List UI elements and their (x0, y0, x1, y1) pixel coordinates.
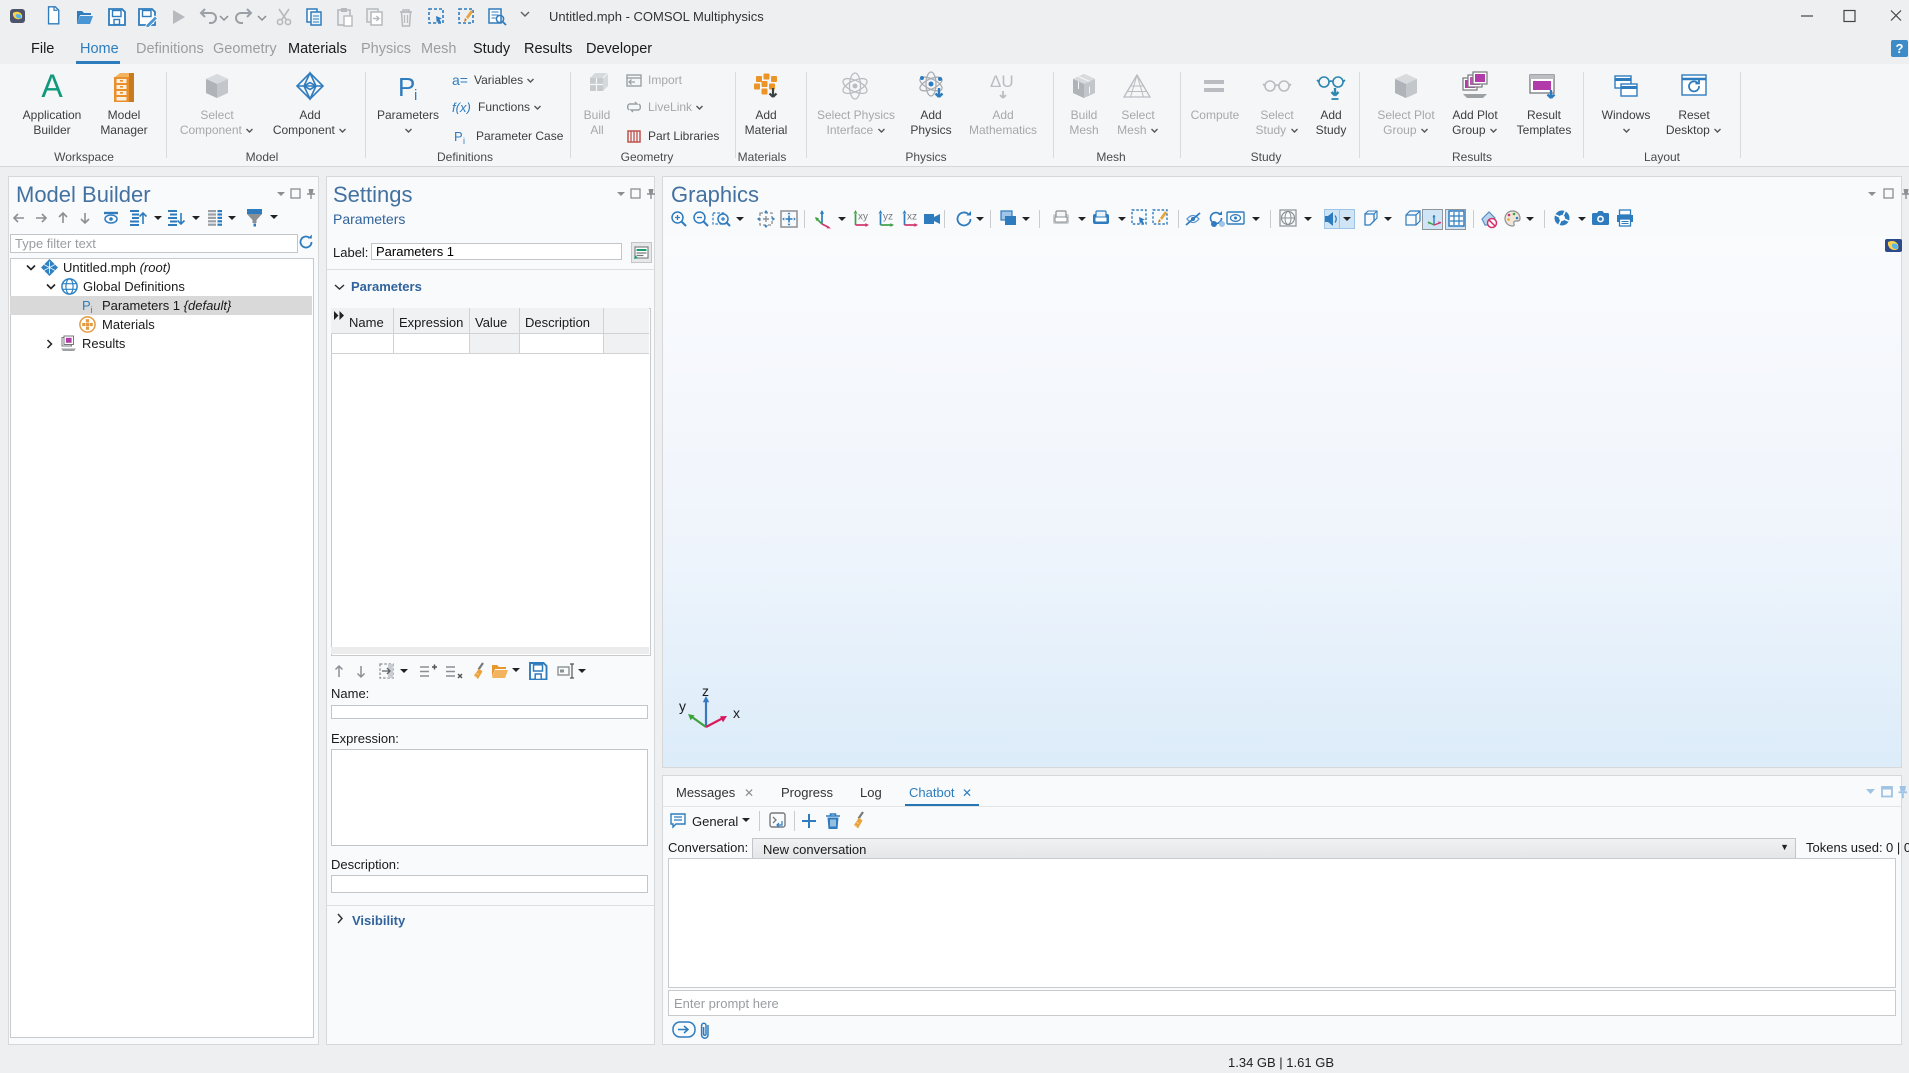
svg-text:P: P (398, 72, 415, 102)
svg-text:A: A (41, 70, 63, 102)
svg-text:z: z (702, 683, 709, 699)
svg-text:i: i (91, 305, 93, 315)
svg-text:General: General (692, 814, 738, 829)
svg-text:a=: a= (452, 73, 468, 87)
svg-text:yz: yz (883, 212, 893, 223)
svg-text:f(x): f(x) (452, 100, 471, 114)
svg-text:ΔU: ΔU (990, 72, 1014, 91)
svg-text:xz: xz (907, 212, 917, 223)
svg-text:xy: xy (858, 212, 868, 223)
svg-text:P: P (82, 298, 91, 313)
svg-text:i: i (414, 87, 417, 102)
svg-text:P: P (454, 129, 463, 144)
svg-text:x: x (733, 705, 740, 721)
svg-text:y: y (679, 698, 686, 714)
svg-text:i: i (463, 136, 465, 144)
